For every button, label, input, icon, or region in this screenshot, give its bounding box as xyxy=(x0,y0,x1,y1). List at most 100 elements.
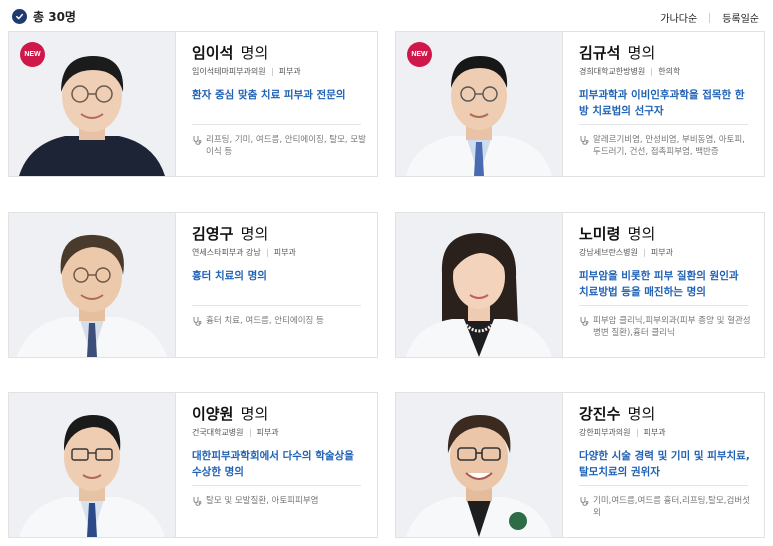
divider-line xyxy=(192,305,361,306)
sort-divider xyxy=(709,12,711,23)
doctor-affiliation: 경희대학교한방병원 한의학 xyxy=(579,67,764,77)
doctor-name[interactable]: 노미령 xyxy=(579,225,620,243)
stethoscope-icon xyxy=(580,136,589,145)
divider-line xyxy=(192,124,361,125)
doctor-info: 이양원 명의 건국대학교병원 피부과 대한피부과학회에서 다수의 학술상을 수상… xyxy=(175,393,377,537)
specialties: 탈모 및 모발질환, 아토피피부염 xyxy=(192,495,367,507)
doctor-title: 명의 xyxy=(627,225,656,243)
divider-line xyxy=(579,305,748,306)
sort-by-name-button[interactable]: 가나다순 xyxy=(660,10,697,25)
new-badge: NEW xyxy=(20,42,45,67)
doctor-name-row: 김영구 명의 xyxy=(192,225,377,243)
doctor-info: 임이석 명의 임이석테마피부과의원 피부과 환자 중심 맞춤 치료 피부과 전문… xyxy=(175,32,377,176)
doctor-title: 명의 xyxy=(240,44,269,62)
doctor-title: 명의 xyxy=(240,225,269,243)
doctor-photo: NEW xyxy=(396,32,562,176)
specialties-text: 탈모 및 모발질환, 아토피피부염 xyxy=(206,496,319,506)
total-count: 총 30명 xyxy=(12,8,76,25)
doctor-name[interactable]: 이양원 xyxy=(192,405,233,423)
department-name: 피부과 xyxy=(278,67,301,76)
doctor-info: 김규석 명의 경희대학교한방병원 한의학 피부과학과 이비인후과학을 접목한 한… xyxy=(562,32,764,176)
doctor-card[interactable]: NEW 임이석 명의 임이석테마피부과의원 피부과 환자 중심 맞춤 치료 피부… xyxy=(8,31,378,177)
hospital-name: 건국대학교병원 xyxy=(192,428,244,437)
stethoscope-icon xyxy=(580,497,589,506)
affiliation-divider xyxy=(266,249,268,257)
new-badge: NEW xyxy=(407,42,432,67)
doctor-affiliation: 연세스타피부과 강남 피부과 xyxy=(192,248,377,258)
doctor-name-row: 강진수 명의 xyxy=(579,405,764,423)
doctor-affiliation: 임이석테마피부과의원 피부과 xyxy=(192,67,377,77)
doctor-photo xyxy=(396,393,562,537)
doctor-card[interactable]: 노미령 명의 강남세브란스병원 피부과 피부암을 비롯한 피부 질환의 원인과 … xyxy=(395,212,765,358)
affiliation-divider xyxy=(271,68,273,76)
doctor-name[interactable]: 강진수 xyxy=(579,405,620,423)
hospital-name: 경희대학교한방병원 xyxy=(579,67,646,76)
specialties-text: 알레르기비염, 만성비염, 부비동염, 아토피, 두드러기, 건선, 접촉피부염… xyxy=(593,135,745,157)
doctor-affiliation: 강한피부과의원 피부과 xyxy=(579,428,764,438)
department-name: 피부과 xyxy=(643,428,666,437)
doctor-headline: 피부과학과 이비인후과학을 접목한 한방 치료법의 선구자 xyxy=(579,89,745,117)
hospital-name: 연세스타피부과 강남 xyxy=(192,248,261,257)
specialties: 알레르기비염, 만성비염, 부비동염, 아토피, 두드러기, 건선, 접촉피부염… xyxy=(579,134,754,158)
department-name: 한의학 xyxy=(658,67,681,76)
specialties: 피부암 클리닉,피부외과(피부 종양 및 혈관성 병변 질환),흉터 클리닉 xyxy=(579,315,754,339)
total-count-label: 총 30명 xyxy=(33,10,76,24)
doctor-name-row: 김규석 명의 xyxy=(579,44,764,62)
department-name: 피부과 xyxy=(273,248,296,257)
doctor-name-row: 이양원 명의 xyxy=(192,405,377,423)
doctor-headline: 환자 중심 맞춤 치료 피부과 전문의 xyxy=(192,89,346,101)
specialties-text: 리프팅, 기미, 여드름, 안티에이징, 탈모, 모발이식 등 xyxy=(206,135,366,157)
specialties-text: 흉터 치료, 여드름, 안티에이징 등 xyxy=(206,316,324,326)
doctor-title: 명의 xyxy=(240,405,269,423)
sort-by-date-button[interactable]: 등록일순 xyxy=(722,10,759,25)
stethoscope-icon xyxy=(193,136,202,145)
affiliation-divider xyxy=(249,429,251,437)
doctor-title: 명의 xyxy=(627,44,656,62)
stethoscope-icon xyxy=(193,317,202,326)
doctor-headline: 대한피부과학회에서 다수의 학술상을 수상한 명의 xyxy=(192,450,354,478)
doctor-name[interactable]: 김영구 xyxy=(192,225,233,243)
doctor-info: 강진수 명의 강한피부과의원 피부과 다양한 시술 경력 및 기미 및 피부치료… xyxy=(562,393,764,537)
affiliation-divider xyxy=(651,68,653,76)
doctor-info: 노미령 명의 강남세브란스병원 피부과 피부암을 비롯한 피부 질환의 원인과 … xyxy=(562,213,764,357)
doctor-affiliation: 건국대학교병원 피부과 xyxy=(192,428,377,438)
doctor-headline: 피부암을 비롯한 피부 질환의 원인과 치료방법 등을 매진하는 명의 xyxy=(579,270,739,298)
list-header: 총 30명 가나다순 등록일순 xyxy=(0,0,773,32)
doctor-headline: 다양한 시술 경력 및 기미 및 피부치료, 탈모치료의 권위자 xyxy=(579,450,750,478)
divider-line xyxy=(579,485,748,486)
specialties: 리프팅, 기미, 여드름, 안티에이징, 탈모, 모발이식 등 xyxy=(192,134,367,158)
check-circle-icon xyxy=(12,9,27,24)
hospital-name: 강한피부과의원 xyxy=(579,428,631,437)
affiliation-divider xyxy=(636,429,638,437)
doctor-photo: NEW xyxy=(9,32,175,176)
department-name: 피부과 xyxy=(650,248,673,257)
stethoscope-icon xyxy=(193,497,202,506)
department-name: 피부과 xyxy=(256,428,279,437)
affiliation-divider xyxy=(643,249,645,257)
specialties-text: 기미,여드름,여드름 흉터,리프팅,탈모,검버섯 외 xyxy=(593,496,750,518)
doctor-photo xyxy=(396,213,562,357)
specialties-text: 피부암 클리닉,피부외과(피부 종양 및 혈관성 병변 질환),흉터 클리닉 xyxy=(593,316,751,338)
doctor-name-row: 임이석 명의 xyxy=(192,44,377,62)
doctor-name[interactable]: 김규석 xyxy=(579,44,620,62)
doctor-card[interactable]: NEW 김규석 명의 경희대학교한방병원 한의학 피부과학과 이비인후과학을 접… xyxy=(395,31,765,177)
doctor-card[interactable]: 이양원 명의 건국대학교병원 피부과 대한피부과학회에서 다수의 학술상을 수상… xyxy=(8,392,378,538)
divider-line xyxy=(192,485,361,486)
specialties: 흉터 치료, 여드름, 안티에이징 등 xyxy=(192,315,367,327)
hospital-name: 강남세브란스병원 xyxy=(579,248,638,257)
doctor-card[interactable]: 김영구 명의 연세스타피부과 강남 피부과 흉터 치료의 명의 흉터 치료, 여… xyxy=(8,212,378,358)
doctor-name[interactable]: 임이석 xyxy=(192,44,233,62)
doctor-info: 김영구 명의 연세스타피부과 강남 피부과 흉터 치료의 명의 흉터 치료, 여… xyxy=(175,213,377,357)
doctor-card[interactable]: 강진수 명의 강한피부과의원 피부과 다양한 시술 경력 및 기미 및 피부치료… xyxy=(395,392,765,538)
doctor-title: 명의 xyxy=(627,405,656,423)
hospital-name: 임이석테마피부과의원 xyxy=(192,67,266,76)
doctor-headline: 흉터 치료의 명의 xyxy=(192,270,267,282)
doctor-photo xyxy=(9,213,175,357)
doctor-affiliation: 강남세브란스병원 피부과 xyxy=(579,248,764,258)
sort-options: 가나다순 등록일순 xyxy=(660,10,759,25)
doctor-photo xyxy=(9,393,175,537)
divider-line xyxy=(579,124,748,125)
specialties: 기미,여드름,여드름 흉터,리프팅,탈모,검버섯 외 xyxy=(579,495,754,519)
doctor-name-row: 노미령 명의 xyxy=(579,225,764,243)
stethoscope-icon xyxy=(580,317,589,326)
